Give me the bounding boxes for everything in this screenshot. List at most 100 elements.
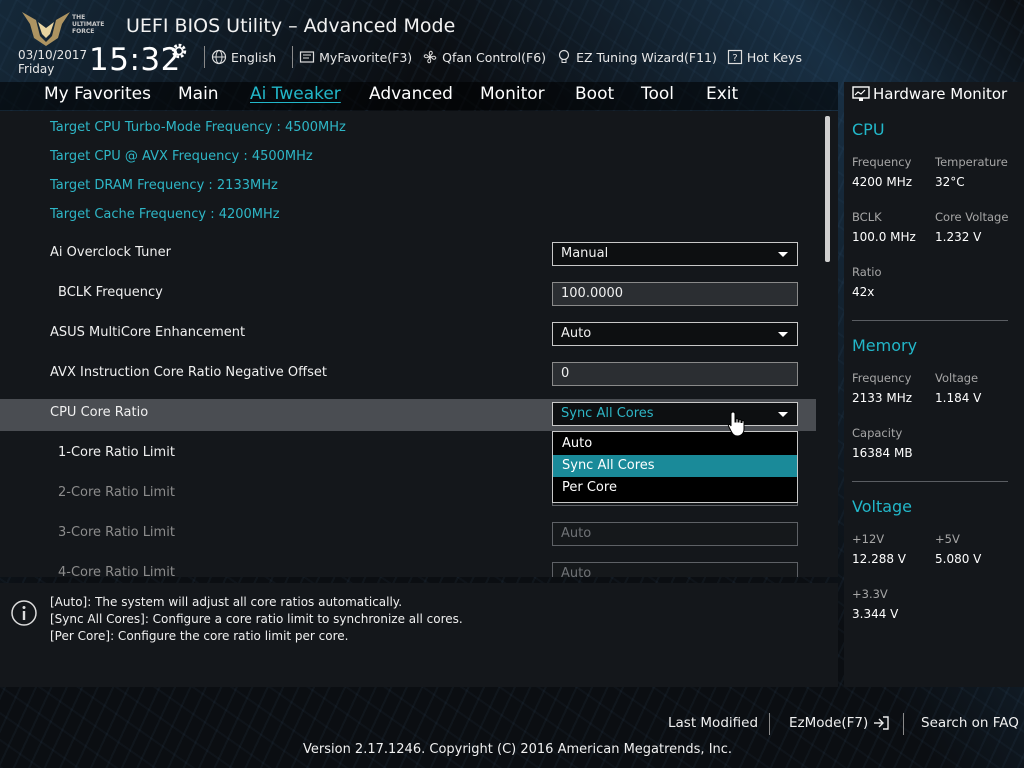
ez-tuning-wizard-button[interactable]: EZ Tuning Wizard(F11): [556, 49, 717, 65]
dropdown-option-auto[interactable]: Auto: [553, 433, 797, 455]
cpu-core-ratio-dropdown: Auto Sync All Cores Per Core: [552, 431, 798, 503]
day-text: Friday: [18, 62, 55, 76]
hw-cpu-temperature-label: Temperature: [935, 155, 1008, 169]
hot-keys-label: Hot Keys: [746, 49, 802, 65]
hw-ratio-value: 42x: [852, 285, 875, 299]
clipped-row: 4-Core Ratio Limit Auto: [0, 560, 838, 577]
setting-label-cpu-core-ratio: CPU Core Ratio: [50, 405, 149, 420]
app-title: UEFI BIOS Utility – Advanced Mode: [126, 15, 456, 37]
hw-memory-heading: Memory: [852, 336, 918, 355]
ezmode-button[interactable]: EzMode(F7): [789, 715, 890, 731]
setting-label-avx-offset: AVX Instruction Core Ratio Negative Offs…: [50, 365, 327, 380]
setting-label-1-core-ratio-limit: 1-Core Ratio Limit: [58, 445, 175, 460]
toolbar-divider: [292, 46, 294, 68]
cpu-core-ratio-value: Sync All Cores: [561, 406, 654, 421]
avx-offset-input[interactable]: 0: [552, 362, 798, 386]
date-text: 03/10/2017: [18, 48, 88, 62]
hw-cpu-frequency-label: Frequency: [852, 155, 912, 169]
setting-label-4-core-ratio-limit: 4-Core Ratio Limit: [58, 565, 175, 577]
setting-label-asus-multicore: ASUS MultiCore Enhancement: [50, 325, 246, 340]
ez-tuning-label: EZ Tuning Wizard(F11): [576, 49, 717, 65]
tab-exit[interactable]: Exit: [706, 84, 738, 104]
date-display: 03/10/2017 Friday: [18, 48, 87, 76]
chevron-down-icon: [778, 252, 788, 257]
language-button[interactable]: English: [211, 49, 276, 65]
asus-multicore-select[interactable]: Auto: [552, 322, 798, 346]
hw-cpu-temperature-value: 32°C: [935, 175, 965, 189]
qfan-control-button[interactable]: Qfan Control(F6): [422, 49, 546, 65]
globe-icon: [211, 49, 227, 65]
clock[interactable]: 15:32: [89, 42, 181, 78]
hw-bclk-value: 100.0 MHz: [852, 230, 916, 244]
fan-icon: [423, 50, 437, 64]
hw-3v3-value: 3.344 V: [852, 607, 899, 621]
hw-voltage-heading: Voltage: [852, 497, 913, 516]
hw-cpu-frequency-value: 4200 MHz: [852, 175, 913, 189]
qfan-label: Qfan Control(F6): [442, 49, 547, 65]
gear-icon[interactable]: [170, 42, 188, 60]
footer-divider: [903, 713, 904, 735]
language-label: English: [231, 49, 277, 65]
hw-mem-frequency-value: 2133 MHz: [852, 391, 913, 405]
hw-divider: [852, 320, 1008, 321]
setting-label-bclk-frequency: BCLK Frequency: [58, 285, 163, 300]
hw-mem-voltage-label: Voltage: [935, 371, 979, 385]
chevron-down-icon: [778, 332, 788, 337]
tab-boot[interactable]: Boot: [575, 84, 614, 104]
tab-tool[interactable]: Tool: [641, 84, 674, 104]
tab-my-favorites[interactable]: My Favorites: [44, 84, 151, 104]
setting-label-ai-overclock-tuner: Ai Overclock Tuner: [50, 245, 171, 260]
help-text-sync-all-cores: [Sync All Cores]: Configure a core ratio…: [50, 612, 463, 626]
info-cpu-avx-frequency: Target CPU @ AVX Frequency : 4500MHz: [50, 149, 313, 164]
dropdown-option-per-core[interactable]: Per Core: [553, 477, 797, 499]
info-icon: [11, 600, 37, 626]
hardware-monitor-title: Hardware Monitor: [873, 85, 1008, 103]
hw-12v-label: +12V: [852, 532, 885, 546]
hw-core-voltage-label: Core Voltage: [935, 210, 1009, 224]
dropdown-option-sync-all-cores[interactable]: Sync All Cores: [553, 455, 797, 477]
ai-overclock-tuner-select[interactable]: Manual: [552, 242, 798, 266]
help-text-per-core: [Per Core]: Configure the core ratio lim…: [50, 629, 349, 643]
tab-monitor[interactable]: Monitor: [480, 84, 545, 104]
hw-cpu-heading: CPU: [852, 120, 885, 139]
help-text-auto: [Auto]: The system will adjust all core …: [50, 595, 403, 609]
setting-label-3-core-ratio-limit: 3-Core Ratio Limit: [58, 525, 175, 540]
ezmode-label: EzMode(F7): [789, 715, 869, 731]
hand-cursor-icon: [727, 411, 745, 437]
hw-mem-voltage-value: 1.184 V: [935, 391, 982, 405]
bclk-frequency-input[interactable]: 100.0000: [552, 282, 798, 306]
scrollbar[interactable]: [825, 116, 830, 262]
3-core-ratio-limit-input: Auto: [552, 522, 798, 546]
hw-core-voltage-value: 1.232 V: [935, 230, 982, 244]
myfavorite-button[interactable]: MyFavorite(F3): [299, 49, 412, 65]
tab-ai-tweaker[interactable]: Ai Tweaker: [250, 84, 341, 104]
search-faq-button[interactable]: Search on FAQ: [921, 715, 1019, 731]
4-core-ratio-limit-input: Auto: [552, 562, 798, 577]
cpu-core-ratio-select[interactable]: Sync All Cores: [552, 402, 798, 426]
info-cpu-turbo-frequency: Target CPU Turbo-Mode Frequency : 4500MH…: [50, 120, 346, 135]
exit-arrow-icon: [874, 716, 889, 730]
logo-text: THE ULTIMATE FORCE: [72, 14, 105, 35]
myfavorite-label: MyFavorite(F3): [319, 49, 413, 65]
hw-3v3-label: +3.3V: [852, 587, 888, 601]
footer-divider: [769, 713, 770, 735]
favorite-icon: [300, 51, 315, 63]
asus-multicore-value: Auto: [561, 326, 592, 341]
chevron-down-icon: [778, 412, 788, 417]
hw-bclk-label: BCLK: [852, 210, 882, 224]
hw-12v-value: 12.288 V: [852, 552, 907, 566]
tab-main[interactable]: Main: [178, 84, 219, 104]
monitor-icon: [852, 86, 870, 101]
hw-5v-value: 5.080 V: [935, 552, 982, 566]
info-cache-frequency: Target Cache Frequency : 4200MHz: [50, 207, 280, 222]
toolbar-divider: [204, 46, 205, 68]
hw-ratio-label: Ratio: [852, 265, 882, 279]
hot-keys-button[interactable]: ? Hot Keys: [727, 49, 802, 65]
tuf-logo-icon: [22, 12, 70, 46]
help-box-icon: ?: [727, 49, 742, 65]
tab-advanced[interactable]: Advanced: [369, 84, 453, 104]
hw-capacity-label: Capacity: [852, 426, 903, 440]
setting-label-2-core-ratio-limit: 2-Core Ratio Limit: [58, 485, 175, 500]
info-dram-frequency: Target DRAM Frequency : 2133MHz: [50, 178, 278, 193]
last-modified-button[interactable]: Last Modified: [668, 715, 758, 731]
